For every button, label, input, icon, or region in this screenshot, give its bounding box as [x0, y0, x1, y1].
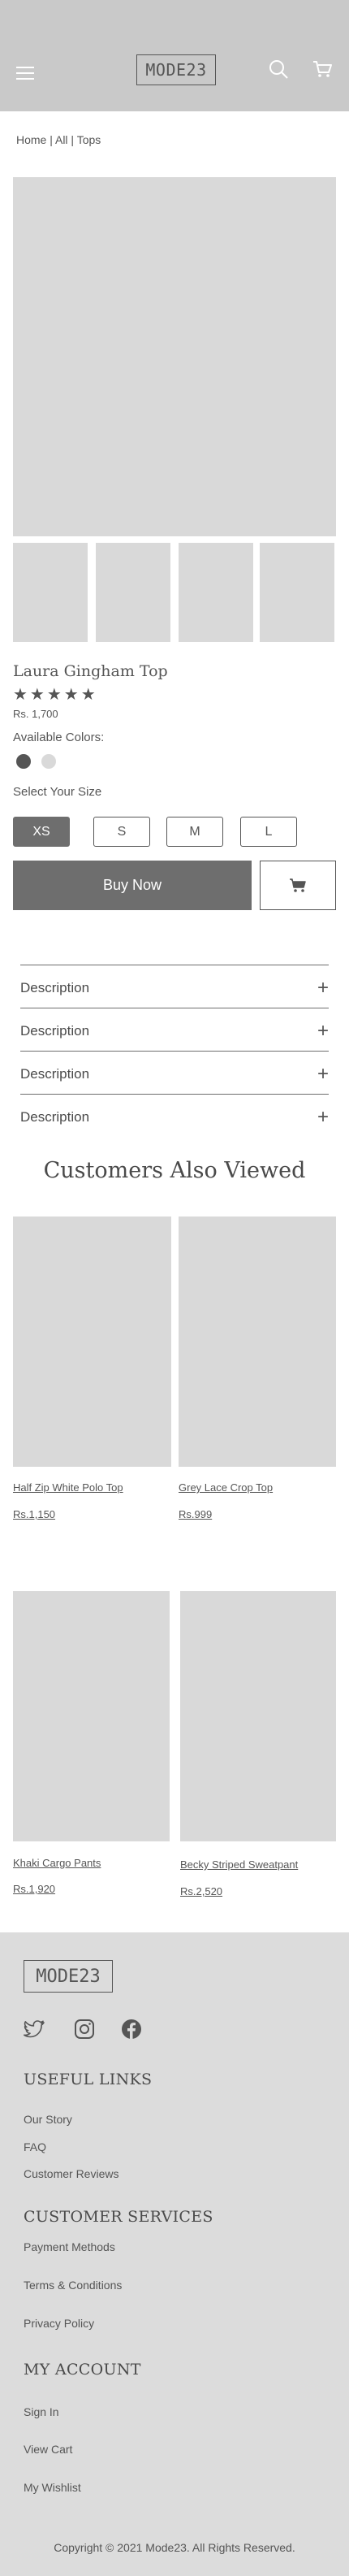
breadcrumb[interactable]: Home | All | Tops	[16, 133, 101, 146]
footer-link-privacy-policy[interactable]: Privacy Policy	[24, 2317, 94, 2330]
facebook-icon[interactable]	[120, 2018, 143, 2040]
product-card-price: Rs.999	[179, 1508, 213, 1520]
product-card-name[interactable]: Half Zip White Polo Top	[13, 1481, 123, 1494]
menu-icon[interactable]	[16, 67, 34, 80]
site-header: MODE23	[0, 0, 349, 111]
plus-icon: +	[317, 1020, 329, 1042]
footer-logo-text: MODE23	[36, 1966, 101, 1987]
product-thumbnail[interactable]	[260, 543, 334, 642]
also-viewed-title: Customers Also Viewed	[43, 1158, 306, 1183]
product-main-image	[13, 177, 336, 536]
copyright-text: Copyright © 2021 Mode23. All Rights Rese…	[54, 2541, 295, 2554]
size-option-l[interactable]: L	[240, 817, 297, 847]
product-thumbnail[interactable]	[13, 543, 88, 642]
plus-icon: +	[317, 977, 329, 999]
footer-link-sign-in[interactable]: Sign In	[24, 2405, 59, 2418]
accordion-label: Description	[20, 1023, 90, 1039]
accordion-item[interactable]: Description +	[20, 1058, 329, 1091]
my-account-heading: MY ACCOUNT	[24, 2361, 141, 2379]
product-card-name[interactable]: Becky Striped Sweatpant	[180, 1858, 298, 1871]
site-footer	[0, 1932, 349, 2576]
product-card-image[interactable]	[180, 1591, 336, 1841]
footer-link-wishlist[interactable]: My Wishlist	[24, 2481, 81, 2494]
footer-link-customer-reviews[interactable]: Customer Reviews	[24, 2167, 118, 2180]
product-card-image[interactable]	[179, 1216, 336, 1467]
footer-link-terms[interactable]: Terms & Conditions	[24, 2279, 122, 2292]
product-thumbnail[interactable]	[179, 543, 253, 642]
useful-links-heading: USEFUL LINKS	[24, 2071, 153, 2088]
product-thumbnail[interactable]	[96, 543, 170, 642]
rating-stars-icon: ★★★★★	[13, 686, 98, 704]
color-swatch-light[interactable]	[41, 754, 56, 769]
product-card-image[interactable]	[13, 1216, 171, 1467]
accordion-item[interactable]: Description +	[20, 972, 329, 1004]
customer-services-heading: CUSTOMER SERVICES	[24, 2208, 213, 2226]
size-option-xs[interactable]: XS	[13, 817, 70, 847]
footer-link-payment-methods[interactable]: Payment Methods	[24, 2240, 115, 2253]
search-icon[interactable]	[268, 59, 289, 80]
divider	[20, 1094, 329, 1095]
twitter-icon[interactable]	[24, 2018, 46, 2040]
product-card-price: Rs.1,920	[13, 1883, 56, 1895]
footer-link-our-story[interactable]: Our Story	[24, 2113, 72, 2126]
accordion-label: Description	[20, 1109, 90, 1125]
add-to-cart-button[interactable]	[260, 861, 336, 910]
footer-logo[interactable]: MODE23	[24, 1960, 113, 1993]
cart-icon[interactable]	[312, 59, 333, 80]
product-card-name[interactable]: Khaki Cargo Pants	[13, 1857, 101, 1869]
plus-icon: +	[317, 1106, 329, 1128]
select-size-label: Select Your Size	[13, 785, 102, 799]
size-option-s[interactable]: S	[93, 817, 150, 847]
product-card-price: Rs.2,520	[180, 1885, 223, 1897]
footer-link-faq[interactable]: FAQ	[24, 2140, 46, 2153]
footer-link-view-cart[interactable]: View Cart	[24, 2443, 72, 2456]
accordion-item[interactable]: Description +	[20, 1101, 329, 1134]
available-colors-label: Available Colors:	[13, 731, 105, 744]
divider	[20, 1051, 329, 1052]
color-swatch-dark[interactable]	[16, 754, 31, 769]
cart-icon	[290, 878, 306, 892]
instagram-icon[interactable]	[73, 2018, 96, 2040]
product-card-image[interactable]	[13, 1591, 170, 1841]
accordion-label: Description	[20, 980, 90, 995]
size-option-m[interactable]: M	[166, 817, 223, 847]
accordion-item[interactable]: Description +	[20, 1015, 329, 1047]
plus-icon: +	[317, 1063, 329, 1085]
product-card-name[interactable]: Grey Lace Crop Top	[179, 1481, 273, 1494]
buy-now-button[interactable]: Buy Now	[13, 861, 252, 910]
product-price: Rs. 1,700	[13, 708, 58, 720]
accordion-label: Description	[20, 1066, 90, 1082]
site-logo[interactable]: MODE23	[136, 54, 216, 85]
product-card-price: Rs.1,150	[13, 1508, 56, 1520]
logo-text: MODE23	[145, 60, 207, 80]
product-title: Laura Gingham Top	[13, 662, 168, 680]
